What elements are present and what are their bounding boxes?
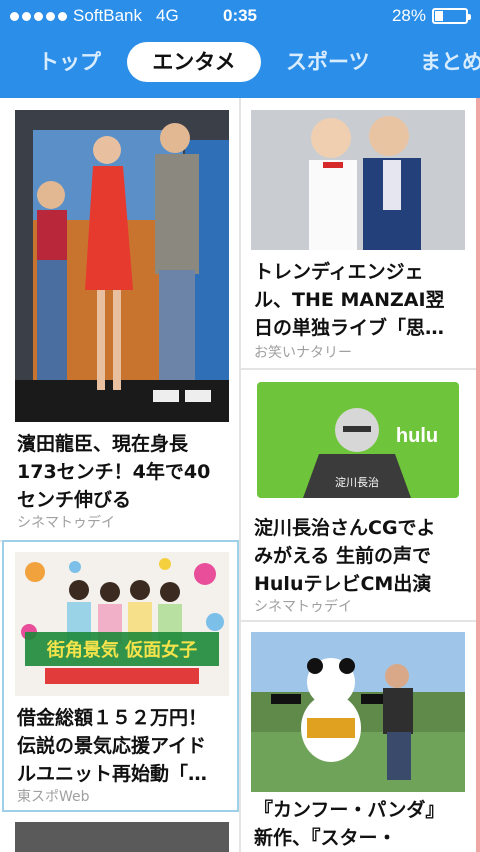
article-source: 東スポWeb (17, 789, 90, 805)
battery-icon (432, 8, 471, 24)
article-thumbnail (15, 822, 229, 852)
article-card[interactable]: 濱田龍臣、現在身長 173センチ！4年で40 センチ伸びる シネマトゥデイ (0, 98, 239, 540)
app-header: SoftBank 4G 0:35 28% トップ エンタメ スポーツ まとめ (0, 0, 480, 98)
article-card[interactable]: hulu 淀川長治 淀川長治さんCGでよ みがえる 生前の声で HuluテレビC… (241, 370, 476, 615)
svg-text:街角景気 仮面女子: 街角景気 仮面女子 (46, 639, 197, 661)
tab-top[interactable]: トップ (38, 42, 101, 82)
article-title: 濱田龍臣、現在身長 173センチ！4年で40 センチ伸びる (17, 433, 211, 511)
article-title: 『カンフー・パンダ』 新作、『スター・ (254, 799, 445, 849)
article-card[interactable]: 街角景気 仮面女子 借金総額１５２万円！ 伝説の景気応援アイド ルユニット再始動… (4, 542, 237, 810)
idol-group-photo-icon: 街角景気 仮面女子 (15, 552, 229, 696)
article-card[interactable] (0, 812, 239, 852)
tab-matome[interactable]: まとめ (420, 42, 480, 82)
comedians-photo-icon (251, 110, 465, 250)
battery-info: 28% (391, 6, 471, 26)
panda-photo-icon (251, 632, 465, 792)
svg-text:淀川長治: 淀川長治 (335, 475, 379, 489)
article-source: シネマトゥデイ (17, 515, 115, 531)
movie-event-photo-icon (15, 110, 229, 422)
article-card[interactable]: 『カンフー・パンダ』 新作、『スター・ (241, 622, 476, 852)
battery-percent: 28% (391, 6, 426, 25)
svg-text:hulu: hulu (396, 425, 438, 447)
article-source: お笑いナタリー (254, 345, 352, 361)
category-tabs: トップ エンタメ スポーツ まとめ (0, 42, 480, 86)
status-bar: SoftBank 4G 0:35 28% (0, 0, 480, 32)
article-title: 借金総額１５２万円！ 伝説の景気応援アイド ルユニット再始動「… (17, 707, 208, 785)
scroll-edge (476, 98, 480, 852)
article-source: シネマトゥデイ (254, 599, 352, 615)
tab-sports[interactable]: スポーツ (286, 42, 370, 82)
article-title: 淀川長治さんCGでよ みがえる 生前の声で HuluテレビCM出演 (254, 517, 436, 595)
tab-entertainment[interactable]: エンタメ (127, 42, 261, 82)
article-card[interactable]: トレンディエンジェ ル、THE MANZAI翌 日の単独ライブ「思… お笑いナタ… (241, 98, 476, 368)
article-title: トレンディエンジェ ル、THE MANZAI翌 日の単独ライブ「思… (254, 261, 445, 339)
hulu-ad-icon: hulu 淀川長治 (257, 382, 459, 498)
